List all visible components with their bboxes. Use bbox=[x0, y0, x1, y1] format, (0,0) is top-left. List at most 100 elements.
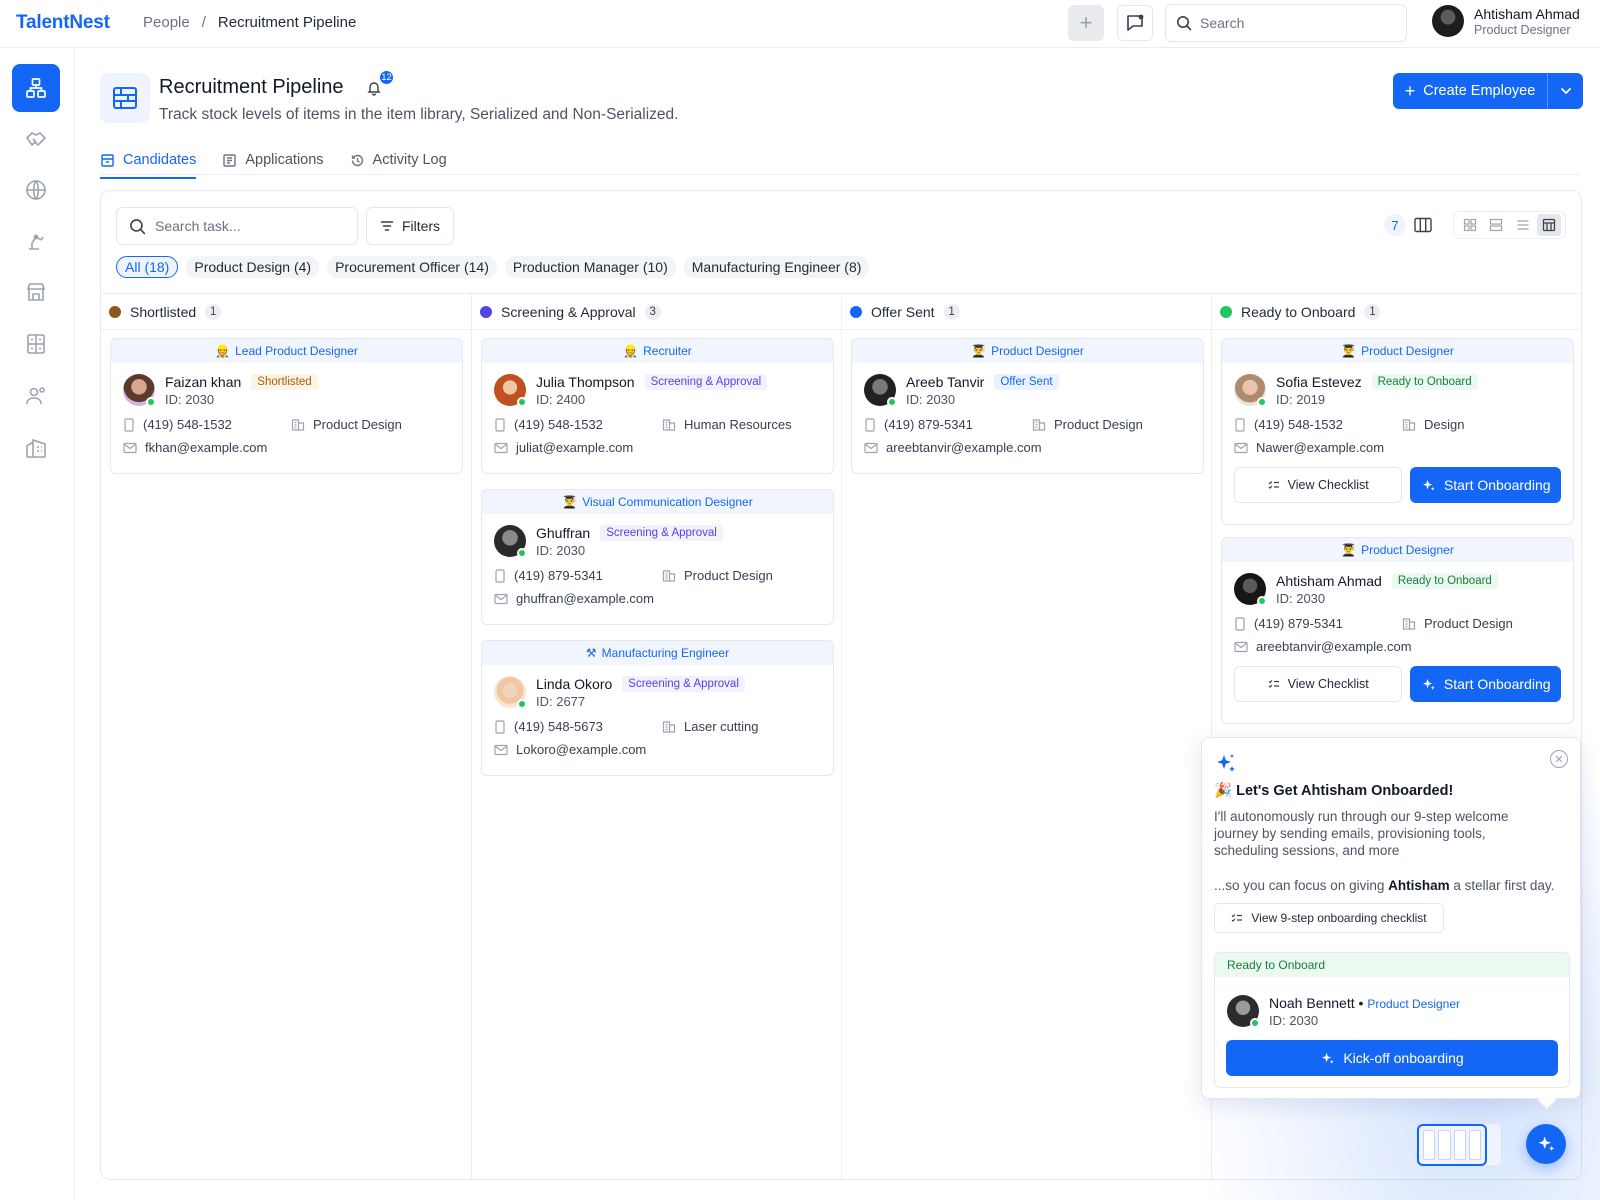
candidate-card[interactable]: 👨‍🎓 Product Designer Sofia Estevez Ready … bbox=[1221, 338, 1574, 525]
candidate-avatar bbox=[1227, 995, 1260, 1028]
candidate-card[interactable]: 👷 Lead Product Designer Faizan khan Short… bbox=[110, 338, 463, 474]
user-menu[interactable]: Ahtisham Ahmad Product Designer bbox=[1432, 5, 1580, 37]
column-count-control[interactable]: 7 bbox=[1384, 214, 1432, 236]
candidate-email[interactable]: ghuffran@example.com bbox=[516, 591, 654, 606]
columns-icon bbox=[1414, 217, 1432, 233]
create-employee-button[interactable]: + Create Employee bbox=[1393, 73, 1583, 109]
ai-popover-focus-text: ...so you can focus on giving Ahtisham a… bbox=[1214, 878, 1574, 893]
candidate-card[interactable]: 👨‍🎓 Visual Communication Designer Ghuffr… bbox=[481, 489, 834, 625]
candidate-email[interactable]: areebtanvir@example.com bbox=[886, 440, 1042, 455]
view-tabs: Candidates Applications Activity Log bbox=[100, 145, 447, 179]
create-employee-main[interactable]: + Create Employee bbox=[1393, 73, 1547, 109]
globe-icon bbox=[26, 180, 46, 200]
candidate-name: Julia Thompson bbox=[536, 374, 635, 390]
view-checklist-button[interactable]: View Checklist bbox=[1234, 666, 1403, 702]
card-role-header: 👷 Recruiter bbox=[482, 339, 833, 363]
close-popover-button[interactable]: ✕ bbox=[1550, 750, 1568, 768]
candidate-card[interactable]: 👷 Recruiter Julia Thompson Screening & Ap… bbox=[481, 338, 834, 474]
board-minimap[interactable] bbox=[1416, 1123, 1502, 1167]
sidebar-item-deals[interactable] bbox=[12, 114, 60, 162]
card-role: Product Designer bbox=[1361, 543, 1454, 557]
candidate-card[interactable]: 👨‍🎓 Product Designer Areeb Tanvir Offer S… bbox=[851, 338, 1204, 474]
chip-procurement-officer[interactable]: Procurement Officer (14) bbox=[327, 256, 497, 278]
candidate-phone: (419) 879-5341 bbox=[514, 568, 603, 583]
sidebar-item-manufacturing[interactable] bbox=[12, 216, 60, 264]
task-search-input[interactable]: Search task... bbox=[116, 207, 358, 245]
global-search-input[interactable]: Search bbox=[1165, 4, 1407, 42]
create-employee-dropdown[interactable] bbox=[1547, 73, 1583, 109]
sidebar-item-accounting[interactable] bbox=[12, 320, 60, 368]
filters-button[interactable]: Filters bbox=[366, 207, 454, 245]
status-badge: Ready to Onboard bbox=[1391, 573, 1498, 589]
card-role: Visual Communication Designer bbox=[582, 495, 753, 509]
focus-name: Ahtisham bbox=[1388, 878, 1450, 893]
candidate-avatar bbox=[494, 374, 527, 407]
candidate-department: Design bbox=[1424, 417, 1465, 432]
view-onboarding-checklist-button[interactable]: View 9-step onboarding checklist bbox=[1214, 903, 1444, 933]
candidate-phone: (419) 879-5341 bbox=[1254, 616, 1343, 631]
candidate-name: Sofia Estevez bbox=[1276, 374, 1362, 390]
minimap-viewport[interactable] bbox=[1417, 1124, 1487, 1166]
column-header: Offer Sent 1 bbox=[842, 294, 1211, 330]
candidate-card[interactable]: ⚒ Manufacturing Engineer Linda Okoro Scre… bbox=[481, 640, 834, 776]
candidate-id: ID: 2677 bbox=[536, 694, 586, 709]
status-dot bbox=[109, 305, 121, 318]
candidate-avatar bbox=[1234, 374, 1267, 407]
sidebar-item-people[interactable] bbox=[12, 372, 60, 420]
board-view-button[interactable] bbox=[1536, 214, 1561, 236]
sidebar-item-facilities[interactable] bbox=[12, 424, 60, 472]
card-role: Recruiter bbox=[643, 344, 692, 358]
building-icon bbox=[1402, 618, 1416, 630]
ai-onboarding-popover: ✕ 🎉 Let's Get Ahtisham Onboarded! I'll a… bbox=[1201, 737, 1581, 1099]
tab-activity-log[interactable]: Activity Log bbox=[350, 145, 447, 175]
top-bar: TalentNest People / Recruitment Pipeline… bbox=[0, 0, 1600, 48]
sidebar-item-global[interactable] bbox=[12, 166, 60, 214]
view-checklist-label: View Checklist bbox=[1287, 478, 1369, 492]
filter-icon bbox=[380, 221, 394, 231]
candidate-id: ID: 2019 bbox=[1276, 392, 1326, 407]
org-chart-icon bbox=[26, 78, 46, 98]
sidebar-item-store[interactable] bbox=[12, 268, 60, 316]
ai-assistant-button[interactable] bbox=[1526, 1124, 1566, 1164]
kickoff-onboarding-button[interactable]: Kick-off onboarding bbox=[1226, 1040, 1558, 1076]
candidate-id: ID: 2400 bbox=[536, 392, 586, 407]
candidate-email[interactable]: juliat@example.com bbox=[516, 440, 633, 455]
phone-icon bbox=[1235, 417, 1245, 432]
start-onboarding-button[interactable]: Start Onboarding bbox=[1410, 467, 1561, 503]
column-title: Screening & Approval bbox=[501, 303, 636, 320]
app-logo[interactable]: TalentNest bbox=[16, 12, 110, 34]
column-count: 7 bbox=[1384, 214, 1406, 236]
global-search-placeholder: Search bbox=[1200, 15, 1245, 31]
chip-product-design[interactable]: Product Design (4) bbox=[186, 256, 320, 278]
column-count-badge: 3 bbox=[644, 303, 661, 320]
building-icon bbox=[291, 419, 305, 431]
sidebar-item-org-chart[interactable] bbox=[12, 64, 60, 112]
quick-add-button[interactable]: + bbox=[1068, 5, 1104, 41]
candidate-email[interactable]: Nawer@example.com bbox=[1256, 440, 1384, 455]
list-icon bbox=[1517, 220, 1529, 230]
tab-candidates[interactable]: Candidates bbox=[100, 145, 197, 179]
candidate-avatar bbox=[1234, 573, 1267, 606]
start-onboarding-button[interactable]: Start Onboarding bbox=[1410, 666, 1561, 702]
checklist-icon bbox=[1268, 680, 1279, 688]
mail-icon bbox=[864, 442, 878, 453]
messages-button[interactable] bbox=[1117, 5, 1153, 41]
candidate-email[interactable]: fkhan@example.com bbox=[145, 440, 267, 455]
candidate-card[interactable]: 👨‍🎓 Product Designer Ahtisham Ahmad Ready… bbox=[1221, 537, 1574, 724]
tab-applications[interactable]: Applications bbox=[222, 145, 324, 175]
role-emoji: 👨‍🎓 bbox=[971, 344, 987, 358]
chip-manufacturing-engineer[interactable]: Manufacturing Engineer (8) bbox=[683, 256, 870, 278]
chip-all[interactable]: All (18) bbox=[116, 256, 179, 278]
grid-view-button[interactable] bbox=[1458, 214, 1482, 236]
breadcrumb-parent[interactable]: People bbox=[143, 14, 190, 31]
view-checklist-button[interactable]: View Checklist bbox=[1234, 467, 1403, 503]
tab-activity-log-label: Activity Log bbox=[372, 152, 447, 168]
chip-production-manager[interactable]: Production Manager (10) bbox=[504, 256, 676, 278]
rows-view-button[interactable] bbox=[1484, 214, 1508, 236]
notification-count-badge: 12 bbox=[378, 69, 395, 86]
mail-icon bbox=[494, 442, 508, 453]
phone-icon bbox=[124, 417, 134, 432]
list-view-button[interactable] bbox=[1511, 214, 1535, 236]
candidate-email[interactable]: Lokoro@example.com bbox=[516, 742, 646, 757]
candidate-email[interactable]: areebtanvir@example.com bbox=[1256, 639, 1412, 654]
